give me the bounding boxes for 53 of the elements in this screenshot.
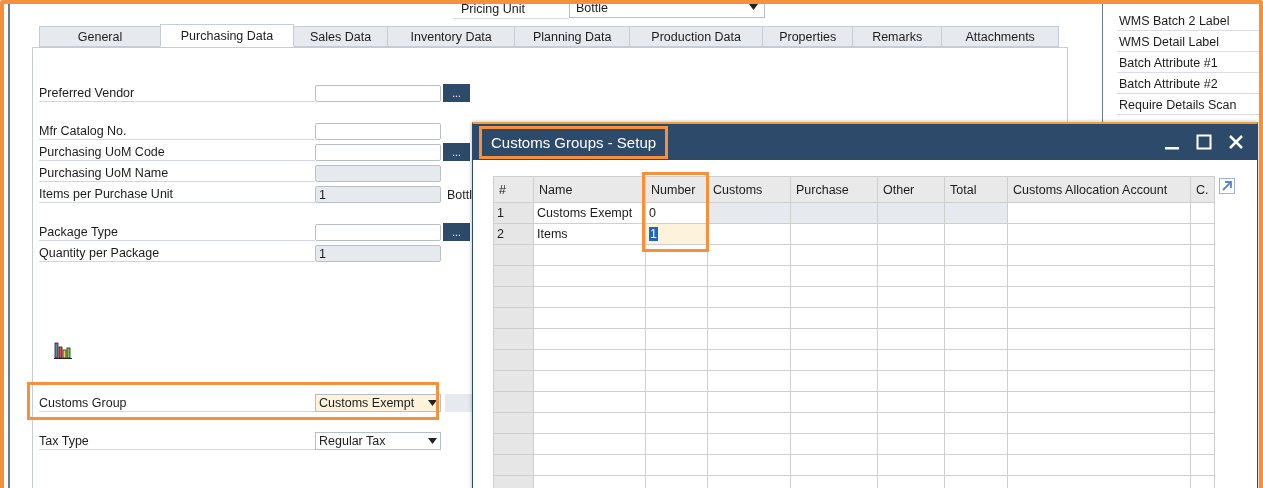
field-label: Pricing Unit (453, 4, 569, 19)
maximize-icon[interactable] (1196, 134, 1212, 150)
unit-label: Bottl (447, 187, 472, 203)
tab[interactable]: Remarks (852, 26, 943, 47)
property-label: Batch Attribute #1 (1117, 52, 1259, 73)
field-label: Purchasing UoM Name (39, 163, 315, 182)
column-header[interactable]: Number (645, 176, 708, 203)
column-header[interactable]: Customs (707, 176, 791, 203)
column-header[interactable]: Other (877, 176, 945, 203)
column-header[interactable]: Total (944, 176, 1008, 203)
column-header[interactable]: C. (1190, 176, 1214, 203)
text-field[interactable] (315, 85, 441, 102)
column-header[interactable]: Purchase (790, 176, 878, 203)
close-icon[interactable] (1228, 134, 1244, 150)
dropdown[interactable]: Customs Exempt (315, 394, 441, 412)
tab[interactable]: Properties (762, 26, 854, 47)
tab[interactable]: Planning Data (514, 26, 631, 47)
text-field[interactable] (315, 144, 441, 161)
caret-icon (428, 438, 437, 444)
tab[interactable]: Sales Data (293, 26, 389, 47)
table-cell: 1 (493, 202, 534, 224)
property-label: Require Details Scan (1117, 94, 1259, 115)
table-cell: 2 (493, 223, 534, 245)
browse-button[interactable]: ... (443, 223, 470, 241)
tab[interactable]: Attachments (941, 26, 1060, 47)
text-field[interactable] (315, 123, 441, 140)
property-label: Batch Attribute #2 (1117, 73, 1259, 94)
field-label: Tax Type (39, 431, 315, 450)
column-header[interactable]: # (493, 176, 534, 203)
expand-icon[interactable] (1218, 178, 1235, 194)
field-label: Preferred Vendor (39, 83, 315, 102)
column-header[interactable]: Name (533, 176, 646, 203)
property-label: WMS Detail Label (1117, 31, 1259, 52)
browse-button[interactable]: ... (443, 143, 470, 161)
caret-icon (428, 400, 437, 406)
field-label: Mfr Catalog No. (39, 121, 315, 140)
tab[interactable]: Inventory Data (387, 26, 516, 47)
tab[interactable]: General (39, 26, 161, 47)
bar-chart-icon[interactable] (53, 340, 73, 360)
field-label: Quantity per Package (39, 243, 315, 262)
text-field[interactable] (315, 224, 441, 241)
tab[interactable]: Production Data (629, 26, 764, 47)
property-label: WMS Batch 2 Label (1117, 10, 1259, 31)
field-label: Package Type (39, 222, 315, 241)
tab[interactable]: Purchasing Data (160, 24, 294, 47)
field-label: Items per Purchase Unit (39, 184, 315, 203)
dialog-title: Customs Groups - Setup (479, 125, 669, 159)
column-header[interactable]: Customs Allocation Account (1007, 176, 1191, 203)
field-label: Purchasing UoM Code (39, 142, 315, 161)
field-label: Customs Group (39, 393, 315, 412)
browse-button[interactable]: ... (443, 84, 470, 102)
dropdown[interactable]: Regular Tax (315, 432, 441, 450)
caret-icon (749, 4, 758, 10)
